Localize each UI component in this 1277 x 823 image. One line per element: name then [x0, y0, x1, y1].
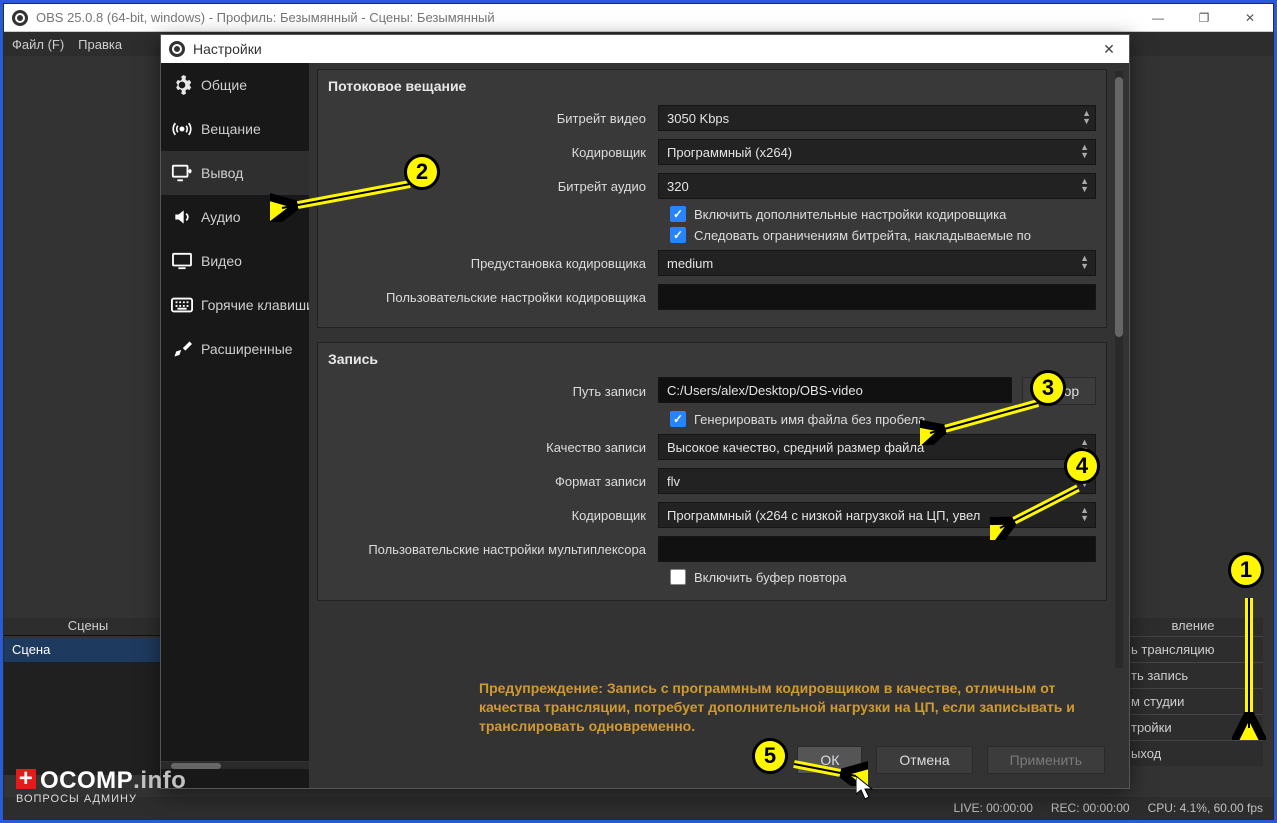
sidebar-item-hotkeys[interactable]: Горячие клавиши: [161, 283, 309, 327]
annotation-arrow-3: [920, 395, 1050, 445]
gear-icon: [171, 74, 193, 96]
audio-bitrate-select[interactable]: 320▲▼: [658, 173, 1096, 199]
minimize-button[interactable]: —: [1135, 4, 1181, 32]
audio-icon: [171, 206, 193, 228]
nospace-filename-checkbox[interactable]: ✓: [670, 411, 686, 427]
nospace-filename-label: Генерировать имя файла без пробела: [694, 412, 926, 427]
main-window-title: OBS 25.0.8 (64-bit, windows) - Профиль: …: [36, 10, 1135, 25]
record-format-label: Формат записи: [328, 474, 658, 489]
advanced-encoder-checkbox[interactable]: ✓: [670, 206, 686, 222]
sidebar-item-general[interactable]: Общие: [161, 63, 309, 107]
streaming-heading: Потоковое вещание: [328, 78, 1096, 94]
dialog-close-button[interactable]: ✕: [1089, 41, 1129, 58]
plus-icon: +: [16, 769, 36, 789]
annotation-arrow-2: [270, 172, 420, 222]
menu-file[interactable]: Файл (F): [12, 37, 64, 52]
streaming-section: Потоковое вещание Битрейт видео 3050 Kbp…: [317, 69, 1107, 328]
recording-section: Запись Путь записи C:/Users/alex/Desktop…: [317, 342, 1107, 601]
recording-heading: Запись: [328, 351, 1096, 367]
annotation-callout-1: 1: [1228, 552, 1264, 588]
dialog-titlebar: Настройки ✕: [161, 35, 1129, 63]
exit-button[interactable]: ыход: [1123, 740, 1263, 766]
sidebar-item-advanced[interactable]: Расширенные: [161, 327, 309, 371]
sidebar-label: Расширенные: [201, 341, 293, 357]
status-rec: REC: 00:00:00: [1051, 801, 1130, 815]
record-quality-label: Качество записи: [328, 440, 658, 455]
scenes-panel-header: Сцены: [4, 618, 172, 636]
status-bar: LIVE: 00:00:00 REC: 00:00:00 CPU: 4.1%, …: [4, 797, 1273, 819]
record-path-label: Путь записи: [328, 384, 658, 399]
obs-logo-icon: [12, 10, 28, 26]
menu-edit[interactable]: Правка: [78, 37, 122, 52]
replay-buffer-label: Включить буфер повтора: [694, 570, 847, 585]
scene-item[interactable]: Сцена: [4, 638, 172, 662]
mux-settings-label: Пользовательские настройки мультиплексор…: [328, 542, 658, 557]
output-icon: [171, 162, 193, 184]
sidebar-label: Горячие клавиши: [201, 297, 309, 313]
broadcast-icon: [171, 118, 193, 140]
video-bitrate-label: Битрейт видео: [328, 111, 658, 126]
status-cpu: CPU: 4.1%, 60.00 fps: [1148, 801, 1263, 815]
annotation-callout-4: 4: [1064, 448, 1100, 484]
sidebar-label: Аудио: [201, 209, 241, 225]
maximize-button[interactable]: ❐: [1181, 4, 1227, 32]
sidebar-label: Вывод: [201, 165, 243, 181]
status-live: LIVE: 00:00:00: [953, 801, 1032, 815]
sidebar-item-stream[interactable]: Вещание: [161, 107, 309, 151]
sidebar-label: Видео: [201, 253, 242, 269]
advanced-icon: [171, 338, 193, 360]
annotation-callout-3: 3: [1030, 370, 1066, 406]
stream-encoder-select[interactable]: Программный (x264)▲▼: [658, 139, 1096, 165]
dialog-title: Настройки: [193, 41, 1089, 57]
obs-logo-icon: [169, 41, 185, 57]
custom-encoder-input[interactable]: [658, 284, 1096, 310]
annotation-callout-5: 5: [752, 738, 788, 774]
main-titlebar: OBS 25.0.8 (64-bit, windows) - Профиль: …: [4, 4, 1273, 32]
annotation-arrow-4: [990, 480, 1090, 540]
bitrate-limit-checkbox-label: Следовать ограничениям битрейта, наклады…: [694, 228, 1031, 243]
hotkeys-icon: [171, 294, 193, 316]
annotation-arrow-1: [1232, 590, 1266, 740]
annotation-callout-2: 2: [404, 154, 440, 190]
record-encoder-label: Кодировщик: [328, 508, 658, 523]
watermark: +OCOMP.info ВОПРОСЫ АДМИНУ: [16, 767, 186, 805]
warning-text: Предупреждение: Запись с программным код…: [479, 679, 1099, 736]
custom-encoder-label: Пользовательские настройки кодировщика: [328, 290, 658, 305]
encoder-preset-label: Предустановка кодировщика: [328, 256, 658, 271]
video-bitrate-input[interactable]: 3050 Kbps▲▼: [658, 105, 1096, 131]
close-button[interactable]: ✕: [1227, 4, 1273, 32]
sidebar-label: Вещание: [201, 121, 261, 137]
mouse-cursor-icon: [856, 776, 876, 802]
cancel-button[interactable]: Отмена: [876, 746, 972, 774]
video-icon: [171, 250, 193, 272]
sidebar-label: Общие: [201, 77, 247, 93]
content-scrollbar[interactable]: [1115, 71, 1123, 668]
advanced-encoder-checkbox-label: Включить дополнительные настройки кодиро…: [694, 207, 1006, 222]
replay-buffer-checkbox[interactable]: [670, 569, 686, 585]
apply-button[interactable]: Применить: [987, 746, 1105, 774]
bitrate-limit-checkbox[interactable]: ✓: [670, 227, 686, 243]
encoder-preset-select[interactable]: medium▲▼: [658, 250, 1096, 276]
stream-encoder-label: Кодировщик: [328, 145, 658, 160]
sidebar-item-video[interactable]: Видео: [161, 239, 309, 283]
